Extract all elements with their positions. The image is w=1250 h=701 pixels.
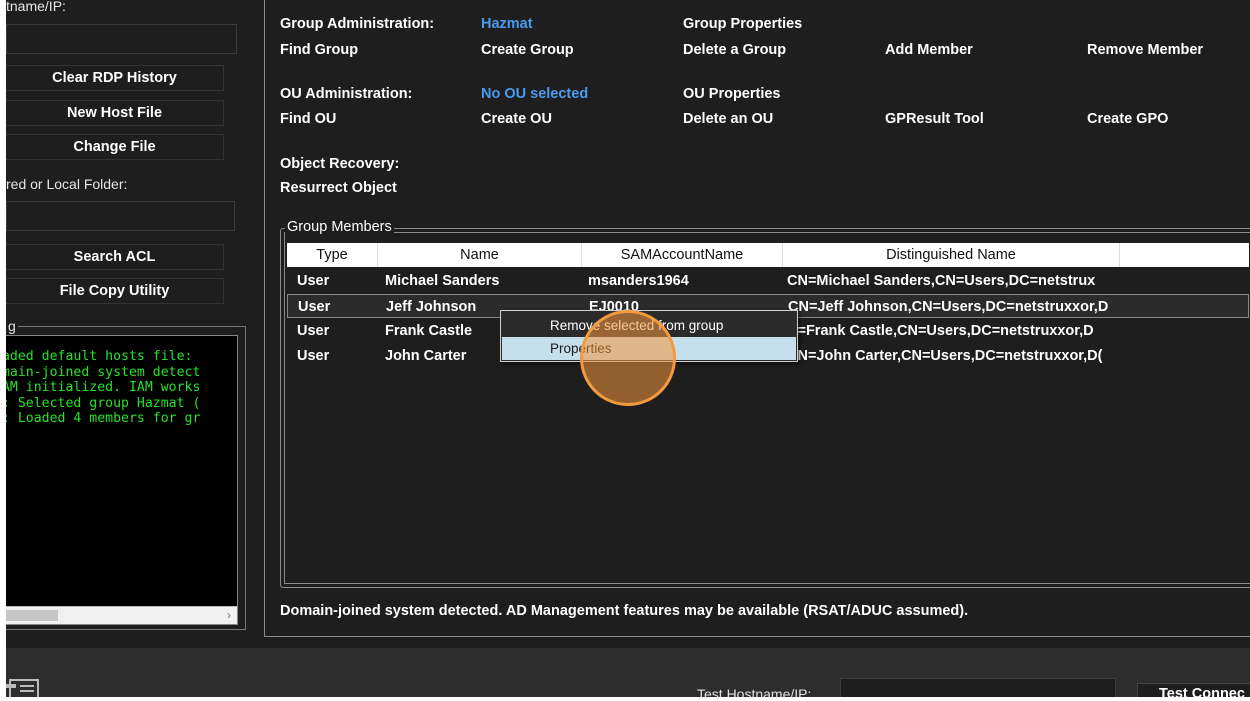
delete-ou-link[interactable]: Delete an OU xyxy=(683,111,773,127)
gpresult-tool-link[interactable]: GPResult Tool xyxy=(885,111,984,127)
table-row[interactable]: User Michael Sanders msanders1964 CN=Michae… xyxy=(287,269,1249,293)
ou-admin-label: OU Administration: xyxy=(280,86,413,102)
object-recovery-label: Object Recovery: xyxy=(280,156,400,172)
new-host-file-button[interactable]: New Host File xyxy=(6,100,224,126)
network-computer-icon xyxy=(6,679,39,697)
group-properties-link[interactable]: Group Properties xyxy=(683,16,802,32)
delete-group-link[interactable]: Delete a Group xyxy=(683,42,786,58)
file-copy-utility-button[interactable]: File Copy Utility xyxy=(6,278,224,304)
cell-name: Michael Sanders xyxy=(385,273,500,289)
change-file-button[interactable]: Change File xyxy=(6,134,224,160)
cell-samaccountname: msanders1964 xyxy=(588,273,689,289)
ou-properties-link[interactable]: OU Properties xyxy=(683,86,781,102)
cell-type: User xyxy=(297,273,330,289)
find-group-link[interactable]: Find Group xyxy=(280,42,358,58)
status-message: Domain-joined system detected. AD Manage… xyxy=(280,603,969,619)
grid-header: Type Name SAMAccountName Distinguished N… xyxy=(287,243,1249,267)
click-indicator xyxy=(580,310,676,406)
cell-type: User xyxy=(297,348,330,364)
test-hostname-label: Test Hostname/IP: xyxy=(697,686,812,697)
cell-type: User xyxy=(297,323,330,339)
log-lines: oaded default hosts file: omain-joined sy… xyxy=(6,349,200,427)
create-ou-link[interactable]: Create OU xyxy=(481,111,552,127)
cell-distinguished-name: CN=Jeff Johnson,CN=Users,DC=netstruxxor,… xyxy=(788,299,1109,315)
log-line: oaded default hosts file: xyxy=(6,349,193,364)
column-header-type[interactable]: Type xyxy=(287,243,378,267)
column-header-name[interactable]: Name xyxy=(378,243,582,267)
create-gpo-link[interactable]: Create GPO xyxy=(1087,111,1168,127)
cell-distinguished-name: N=Frank Castle,CN=Users,DC=netstruxxor,D xyxy=(787,323,1094,339)
search-acl-button[interactable]: Search ACL xyxy=(6,244,224,270)
folder-input[interactable] xyxy=(6,201,235,231)
remove-member-link[interactable]: Remove Member xyxy=(1087,42,1203,58)
log-line: D: Selected group Hazmat ( xyxy=(6,395,201,411)
group-members-title: Group Members xyxy=(285,219,394,235)
test-hostname-input[interactable] xyxy=(840,678,1116,697)
scrollbar-thumb[interactable] xyxy=(6,610,58,621)
hostname-label: tname/IP: xyxy=(6,0,66,14)
members-grid[interactable]: Type Name SAMAccountName Distinguished N… xyxy=(287,243,1249,575)
create-group-link[interactable]: Create Group xyxy=(481,42,574,58)
log-line: DAM initialized. IAM works xyxy=(6,380,201,395)
log-horizontal-scrollbar[interactable]: › xyxy=(6,606,237,624)
selected-ou-name: No OU selected xyxy=(481,86,589,102)
scroll-right-icon[interactable]: › xyxy=(222,607,236,624)
log-group: g oaded default hosts file: omain-joined … xyxy=(6,318,246,630)
group-admin-label: Group Administration: xyxy=(280,16,435,32)
bottom-bar: Test Hostname/IP: Test Connec xyxy=(6,648,1250,697)
column-header-filler xyxy=(1120,243,1249,267)
cell-distinguished-name: CN=John Carter,CN=Users,DC=netstruxxor,D… xyxy=(787,348,1103,364)
find-ou-link[interactable]: Find OU xyxy=(280,111,336,127)
log-output[interactable]: oaded default hosts file: omain-joined sy… xyxy=(6,335,238,625)
test-connection-button[interactable]: Test Connec xyxy=(1137,683,1250,697)
log-line: omain-joined system detect xyxy=(6,364,201,380)
left-panel: tname/IP: Clear RDP History New Host Fil… xyxy=(6,0,258,640)
hostname-input[interactable] xyxy=(6,24,237,54)
add-member-link[interactable]: Add Member xyxy=(885,42,973,58)
log-group-title: g xyxy=(6,318,18,334)
clear-rdp-history-button[interactable]: Clear RDP History xyxy=(6,65,224,91)
app-window: tname/IP: Clear RDP History New Host Fil… xyxy=(6,0,1250,697)
column-header-samaccountname[interactable]: SAMAccountName xyxy=(582,243,783,267)
selected-group-name: Hazmat xyxy=(481,16,533,32)
resurrect-object-link[interactable]: Resurrect Object xyxy=(280,180,397,196)
cell-distinguished-name: CN=Michael Sanders,CN=Users,DC=netstrux xyxy=(787,273,1096,289)
column-header-distinguished-name[interactable]: Distinguished Name xyxy=(783,243,1120,267)
log-line: D: Loaded 4 members for gr xyxy=(6,411,201,426)
cell-type: User xyxy=(298,299,331,315)
folder-label: red or Local Folder: xyxy=(6,176,128,192)
group-members-panel: Group Members Type Name SAMAccountName D… xyxy=(280,219,1250,588)
